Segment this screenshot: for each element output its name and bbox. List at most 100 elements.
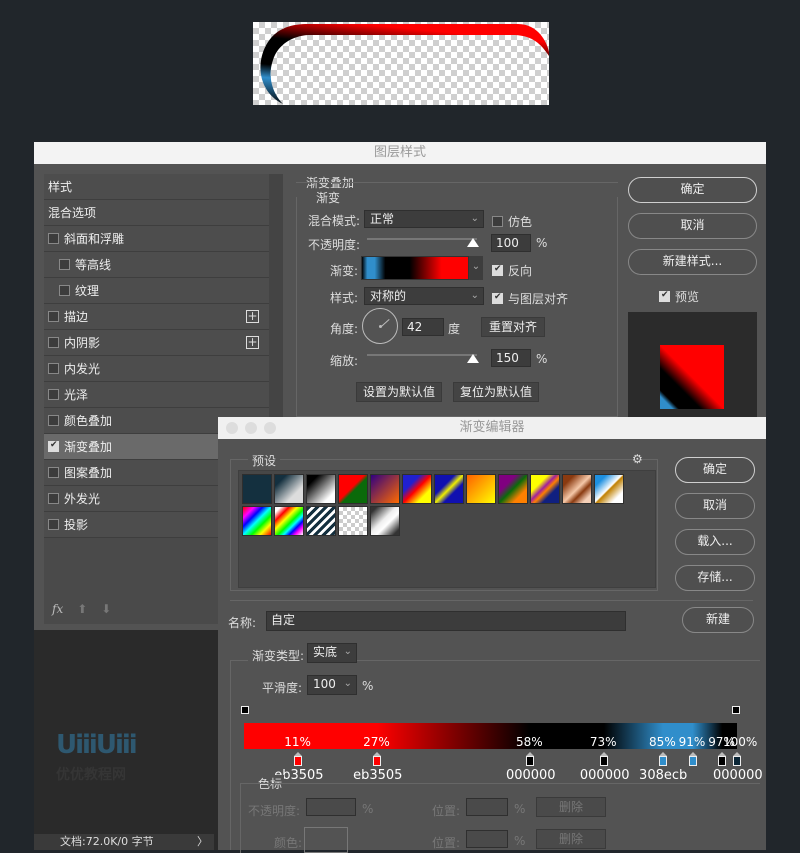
delete-color-stop-button[interactable]: 删除 [536, 829, 606, 849]
style-item-checkbox[interactable] [48, 389, 59, 400]
ok-button[interactable]: 确定 [628, 177, 757, 203]
style-item[interactable]: 样式 [44, 174, 269, 200]
style-item-checkbox[interactable] [48, 233, 59, 244]
style-value: 对称的 [370, 289, 407, 303]
preset-swatch[interactable] [434, 474, 464, 504]
style-item[interactable]: 纹理 [44, 278, 269, 304]
style-item-checkbox[interactable] [48, 311, 59, 322]
opacity-slider[interactable] [367, 238, 477, 240]
ge-ok-button[interactable]: 确定 [675, 457, 755, 483]
stop-color-swatch[interactable] [304, 827, 348, 853]
dither-checkbox[interactable]: 仿色 [492, 213, 532, 230]
blend-mode-select[interactable]: 正常 ⌄ [364, 210, 484, 228]
preset-swatch[interactable] [306, 474, 336, 504]
preset-swatch[interactable] [338, 474, 368, 504]
color-stop[interactable] [733, 752, 741, 766]
style-item[interactable]: 内阴影 + [44, 330, 269, 356]
preset-swatch[interactable] [274, 474, 304, 504]
preset-swatch[interactable] [530, 474, 560, 504]
preset-swatch[interactable] [274, 506, 304, 536]
preset-swatch[interactable] [562, 474, 592, 504]
fx-icon[interactable]: fx [52, 602, 63, 616]
move-up-icon[interactable]: ⬆ [77, 602, 87, 616]
preview-checkbox[interactable]: 预览 [659, 288, 699, 305]
preset-swatch[interactable] [338, 506, 368, 536]
color-stop[interactable] [659, 752, 668, 766]
style-item-checkbox[interactable] [48, 337, 59, 348]
scale-slider[interactable] [367, 354, 477, 356]
reverse-box[interactable] [492, 264, 503, 276]
move-down-icon[interactable]: ⬇ [101, 602, 111, 616]
align-checkbox[interactable]: 与图层对齐 [492, 290, 568, 307]
angle-input[interactable]: 42 [402, 318, 444, 336]
style-item-checkbox[interactable] [59, 259, 70, 270]
style-item[interactable]: 斜面和浮雕 [44, 226, 269, 252]
close-icon[interactable] [226, 422, 238, 434]
set-default-button[interactable]: 设置为默认值 [356, 382, 442, 402]
scale-slider-thumb[interactable] [467, 354, 479, 363]
style-item[interactable]: 内发光 [44, 356, 269, 382]
preset-swatch[interactable] [306, 506, 336, 536]
save-button[interactable]: 存储... [675, 565, 755, 591]
style-item-checkbox[interactable] [59, 285, 70, 296]
add-icon[interactable]: + [246, 310, 259, 323]
delete-opacity-stop-button[interactable]: 删除 [536, 797, 606, 817]
style-item-checkbox[interactable] [48, 493, 59, 504]
preset-swatch[interactable] [370, 506, 400, 536]
angle-dial[interactable] [362, 308, 398, 344]
preset-swatch[interactable] [466, 474, 496, 504]
load-button[interactable]: 载入... [675, 529, 755, 555]
color-stop[interactable] [688, 752, 697, 766]
opacity-stop-right[interactable] [732, 706, 740, 714]
preset-swatch[interactable] [242, 474, 272, 504]
gear-icon[interactable]: ⚙ [632, 452, 643, 466]
ge-cancel-button[interactable]: 取消 [675, 493, 755, 519]
preset-swatch[interactable] [594, 474, 624, 504]
opacity-stop-left[interactable] [241, 706, 249, 714]
style-item-checkbox[interactable] [48, 440, 59, 452]
preset-swatch[interactable] [242, 506, 272, 536]
gradient-swatch[interactable] [361, 256, 469, 280]
minimize-icon[interactable] [245, 422, 257, 434]
color-stop[interactable] [373, 752, 382, 766]
status-arrow-icon[interactable]: 〉 [197, 834, 208, 850]
stop-opacity-position-input[interactable] [466, 798, 508, 816]
preview-box[interactable] [659, 290, 670, 302]
zoom-icon[interactable] [264, 422, 276, 434]
new-style-button[interactable]: 新建样式... [628, 249, 757, 275]
opacity-input[interactable]: 100 [491, 234, 531, 252]
doc-size: 文档:72.0K/0 字节 [60, 835, 154, 848]
reverse-checkbox[interactable]: 反向 [492, 262, 532, 279]
style-item[interactable]: 光泽 [44, 382, 269, 408]
opacity-slider-thumb[interactable] [467, 238, 479, 247]
style-item-checkbox[interactable] [48, 363, 59, 374]
style-item[interactable]: 等高线 [44, 252, 269, 278]
dither-box[interactable] [492, 216, 503, 227]
color-stop[interactable] [718, 752, 727, 766]
new-gradient-button[interactable]: 新建 [682, 607, 754, 633]
align-box[interactable] [492, 292, 503, 304]
smooth-select[interactable]: 100 ⌄ [307, 675, 357, 695]
type-select[interactable]: 实底 ⌄ [307, 643, 357, 663]
color-stop[interactable] [599, 752, 608, 766]
cancel-button[interactable]: 取消 [628, 213, 757, 239]
name-input[interactable]: 自定 [266, 611, 626, 631]
reset-default-button[interactable]: 复位为默认值 [453, 382, 539, 402]
preset-swatch[interactable] [498, 474, 528, 504]
preset-swatch[interactable] [402, 474, 432, 504]
style-item[interactable]: 描边 + [44, 304, 269, 330]
stop-color-position-input[interactable] [466, 830, 508, 848]
preset-swatch[interactable] [370, 474, 400, 504]
style-select[interactable]: 对称的 ⌄ [364, 287, 484, 305]
reset-align-button[interactable]: 重置对齐 [481, 317, 545, 337]
color-stop[interactable] [294, 752, 303, 766]
add-icon[interactable]: + [246, 336, 259, 349]
stop-opacity-input[interactable] [306, 798, 356, 816]
scale-input[interactable]: 150 [491, 349, 531, 367]
gradient-dropdown-icon[interactable]: ⌄ [469, 256, 483, 280]
style-item-checkbox[interactable] [48, 519, 59, 530]
style-item[interactable]: 混合选项 [44, 200, 269, 226]
style-item-checkbox[interactable] [48, 415, 59, 426]
color-stop[interactable] [525, 752, 534, 766]
style-item-checkbox[interactable] [48, 467, 59, 478]
